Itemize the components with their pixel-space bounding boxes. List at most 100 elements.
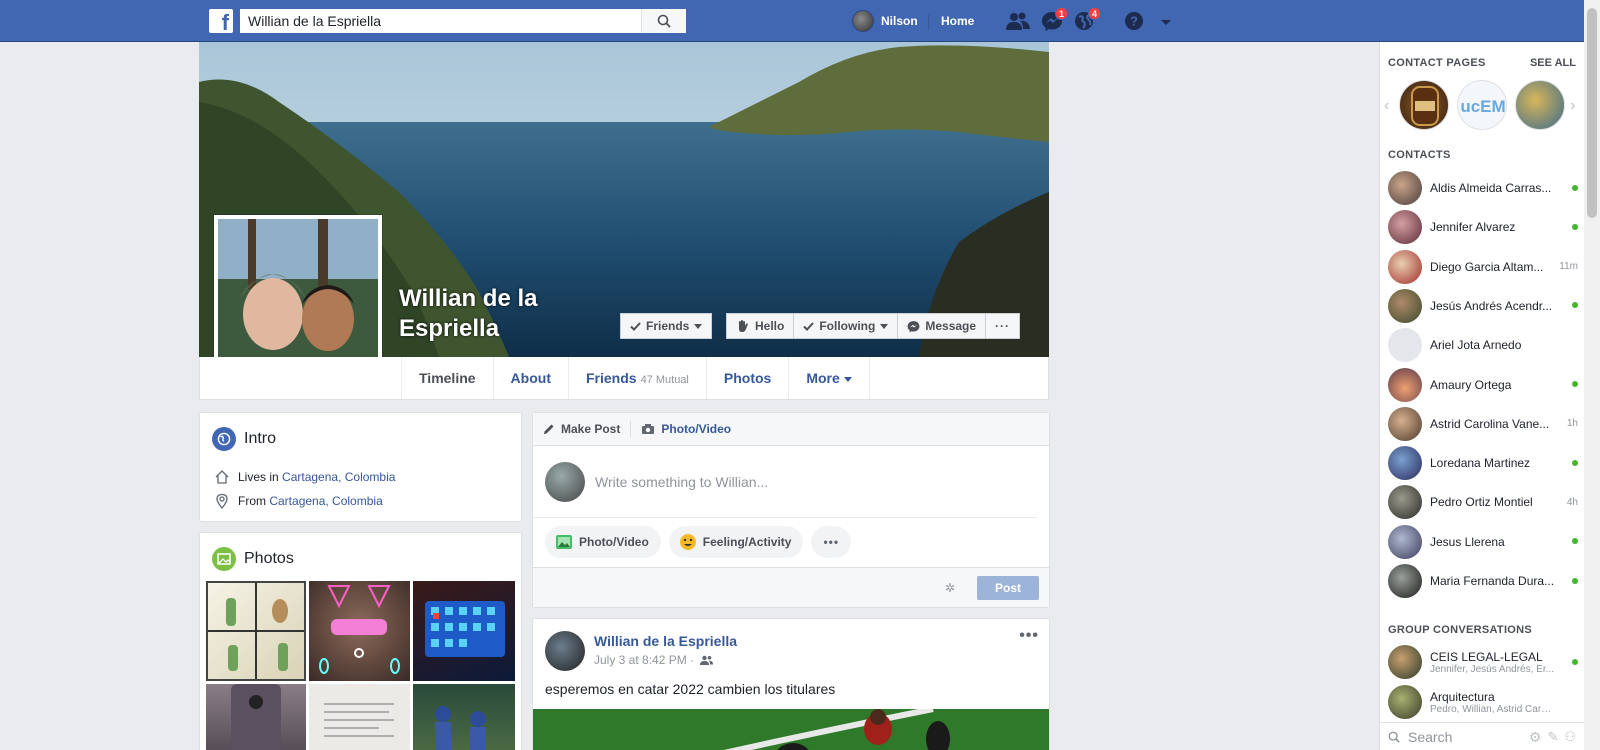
contact-item[interactable]: Loredana Martinez [1388, 443, 1578, 483]
see-all-link[interactable]: SEE ALL [1530, 57, 1576, 69]
contact-item[interactable]: Jesus Llerena [1388, 522, 1578, 562]
avatar [1388, 564, 1422, 598]
profile-link[interactable]: Nilson [852, 10, 918, 32]
chat-search-input[interactable]: Search [1408, 729, 1452, 745]
photo-thumbnail[interactable] [309, 684, 410, 750]
profile-tabs: Timeline About Friends 47 Mutual Photos M… [199, 357, 1049, 400]
hello-button[interactable]: Hello [726, 313, 795, 339]
photo-icon [556, 535, 572, 549]
svg-text:ucEM: ucEM [1460, 97, 1505, 116]
more-actions-button[interactable]: ••• [811, 526, 852, 558]
tab-about-label: About [510, 370, 551, 386]
following-button[interactable]: Following [794, 313, 899, 339]
lives-in-label: Lives in [238, 470, 279, 484]
group-conversations-title: GROUP CONVERSATIONS [1388, 624, 1533, 636]
contact-item[interactable]: Astrid Carolina Vane... 1h [1388, 404, 1578, 444]
contact-item[interactable]: Pedro Ortiz Montiel 4h [1388, 482, 1578, 522]
photo-thumbnail[interactable] [413, 684, 515, 750]
more-icon: ••• [823, 535, 840, 549]
contact-item[interactable]: Diego Garcia Altam... 11m [1388, 247, 1578, 287]
tab-friends[interactable]: Friends 47 Mutual [567, 357, 706, 399]
lives-in-link[interactable]: Cartagena, Colombia [282, 470, 395, 484]
help-button[interactable]: ? [1124, 11, 1146, 31]
chat-sidebar: CONTACT PAGES SEE ALL ‹ ucEM › CONTACTS … [1379, 42, 1584, 750]
home-link[interactable]: Home [928, 14, 974, 30]
post-button[interactable]: Post [977, 576, 1039, 600]
from-link[interactable]: Cartagena, Colombia [269, 494, 382, 508]
tab-timeline[interactable]: Timeline [401, 357, 493, 399]
photos-header: Photos [200, 533, 521, 571]
make-post-tab[interactable]: Make Post [543, 422, 620, 436]
hello-button-label: Hello [755, 319, 785, 333]
avatar[interactable] [545, 631, 585, 671]
profile-name[interactable]: Willian de la Espriella [399, 284, 579, 344]
chevron-left-icon[interactable]: ‹ [1384, 97, 1389, 115]
tab-photos[interactable]: Photos [705, 357, 788, 399]
friends-audience-icon [700, 655, 714, 665]
tab-more-label: More [806, 370, 840, 386]
contact-page-avatar[interactable] [1399, 80, 1449, 130]
contact-page-avatar[interactable] [1515, 80, 1565, 130]
more-icon: ··· [995, 319, 1011, 333]
avatar [1388, 328, 1422, 363]
scrollbar-thumb[interactable] [1587, 8, 1597, 218]
gear-icon[interactable]: ⚙ [1529, 729, 1542, 746]
more-options-button[interactable]: ··· [986, 313, 1021, 339]
photo-thumbnail[interactable] [206, 684, 306, 750]
photo-video-tab-label: Photo/Video [661, 422, 732, 436]
tab-more[interactable]: More [788, 357, 870, 399]
following-button-label: Following [819, 319, 876, 333]
message-button[interactable]: Message [898, 313, 987, 339]
contact-item[interactable]: Maria Fernanda Dura... [1388, 561, 1578, 601]
contact-item[interactable]: Ariel Jota Arnedo [1388, 325, 1578, 365]
post-meta: July 3 at 8:42 PM · [594, 653, 714, 667]
friends-button-label: Friends [646, 319, 690, 333]
photos-title[interactable]: Photos [244, 550, 294, 568]
contact-page-avatar[interactable]: ucEM [1457, 80, 1507, 130]
contact-item[interactable]: Jennifer Alvarez [1388, 207, 1578, 247]
post-timestamp[interactable]: July 3 at 8:42 PM · [594, 653, 694, 667]
photo-grid [206, 581, 515, 750]
composer-input[interactable]: Write something to Willian... [595, 474, 768, 490]
post-image[interactable] [533, 709, 1050, 750]
tab-about[interactable]: About [492, 357, 568, 399]
friends-button[interactable]: Friends [620, 313, 713, 339]
tab-timeline-label: Timeline [419, 370, 476, 386]
search-input[interactable] [240, 9, 641, 33]
contact-status: 11m [1559, 261, 1578, 273]
facebook-logo-icon[interactable]: f [209, 9, 233, 33]
contact-item[interactable]: Jesús Andrés Acendr... [1388, 286, 1578, 326]
avatar [1388, 524, 1422, 559]
search-icon [657, 14, 671, 28]
contact-item[interactable]: Aldis Almeida Carras... [1388, 168, 1578, 208]
chevron-right-icon[interactable]: › [1570, 97, 1575, 115]
post-menu-button[interactable]: ••• [1019, 627, 1039, 645]
account-menu-button[interactable] [1160, 16, 1182, 36]
settings-icon[interactable]: ✲ [945, 581, 955, 595]
online-indicator-icon [1572, 184, 1578, 191]
photo-thumbnail[interactable] [309, 581, 410, 681]
page-scrollbar[interactable] [1584, 0, 1600, 750]
photo-thumbnail[interactable] [413, 581, 515, 681]
notifications-button[interactable]: 4 [1074, 7, 1101, 31]
post-author[interactable]: Willian de la Espriella [594, 633, 737, 649]
avatar [1388, 406, 1422, 441]
photo-video-tab[interactable]: Photo/Video [641, 422, 731, 436]
camera-icon [642, 424, 655, 434]
search-button[interactable] [641, 9, 686, 33]
group-conversation-item[interactable]: CEIS LEGAL-LEGAL Jennifer, Jesús Andrés, … [1388, 642, 1578, 682]
feeling-activity-button[interactable]: Feeling/Activity [668, 526, 804, 558]
new-group-icon[interactable]: ⚇ [1564, 729, 1576, 746]
photo-video-button[interactable]: Photo/Video [545, 526, 661, 558]
contact-status [1556, 458, 1578, 469]
contact-name: Maria Fernanda Dura... [1430, 574, 1555, 588]
friend-requests-button[interactable] [1006, 11, 1030, 31]
group-conversation-item[interactable]: Arquitectura Pedro, Willian, Astrid Carol… [1388, 682, 1578, 722]
friends-icon [1006, 12, 1030, 30]
intro-title: Intro [244, 430, 277, 447]
group-text: CEIS LEGAL-LEGAL Jennifer, Jesús Andrés, … [1430, 650, 1556, 675]
messages-button[interactable]: 1 [1041, 7, 1068, 31]
photo-thumbnail[interactable] [206, 581, 306, 681]
new-message-icon[interactable]: ✎ [1547, 729, 1558, 746]
contact-item[interactable]: Amaury Ortega [1388, 365, 1578, 405]
